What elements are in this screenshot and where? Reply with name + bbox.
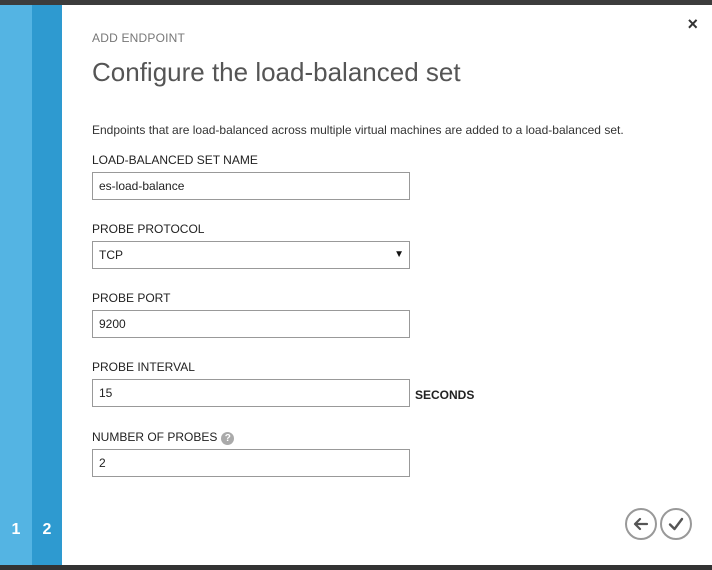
dialog-eyebrow: ADD ENDPOINT xyxy=(92,31,186,45)
window-bottom-bar xyxy=(0,565,712,570)
step-number-1: 1 xyxy=(11,521,21,538)
probe-protocol-value: TCP xyxy=(99,248,123,262)
probe-protocol-label: PROBE PROTOCOL xyxy=(92,222,205,236)
wizard-step-2[interactable]: 2 xyxy=(32,5,62,565)
page-title: Configure the load-balanced set xyxy=(92,57,461,87)
back-arrow-icon xyxy=(633,517,649,531)
set-name-input[interactable]: es-load-balance xyxy=(92,172,410,200)
probe-interval-label: PROBE INTERVAL xyxy=(92,360,195,374)
set-name-label: LOAD-BALANCED SET NAME xyxy=(92,153,258,167)
confirm-button[interactable] xyxy=(660,508,692,540)
number-of-probes-label-row: NUMBER OF PROBES? xyxy=(92,430,235,445)
number-of-probes-label: NUMBER OF PROBES xyxy=(92,430,218,444)
step-number-2: 2 xyxy=(42,521,52,538)
probe-port-label: PROBE PORT xyxy=(92,291,171,305)
configure-dialog: × ADD ENDPOINT Configure the load-balanc… xyxy=(62,5,712,565)
dialog-description: Endpoints that are load-balanced across … xyxy=(92,123,624,137)
help-icon[interactable]: ? xyxy=(221,432,235,445)
wizard-step-1[interactable]: 1 xyxy=(0,5,32,565)
probe-protocol-select[interactable]: TCP ▼ xyxy=(92,241,410,269)
probe-interval-input[interactable]: 15 xyxy=(92,379,410,407)
probe-interval-suffix: SECONDS xyxy=(415,388,475,402)
close-icon[interactable]: × xyxy=(687,15,698,33)
chevron-down-icon: ▼ xyxy=(394,249,404,260)
back-button[interactable] xyxy=(625,508,657,540)
number-of-probes-input[interactable]: 2 xyxy=(92,449,410,477)
checkmark-icon xyxy=(668,517,684,531)
wizard-steps: 1 2 xyxy=(0,5,62,565)
probe-port-input[interactable]: 9200 xyxy=(92,310,410,338)
